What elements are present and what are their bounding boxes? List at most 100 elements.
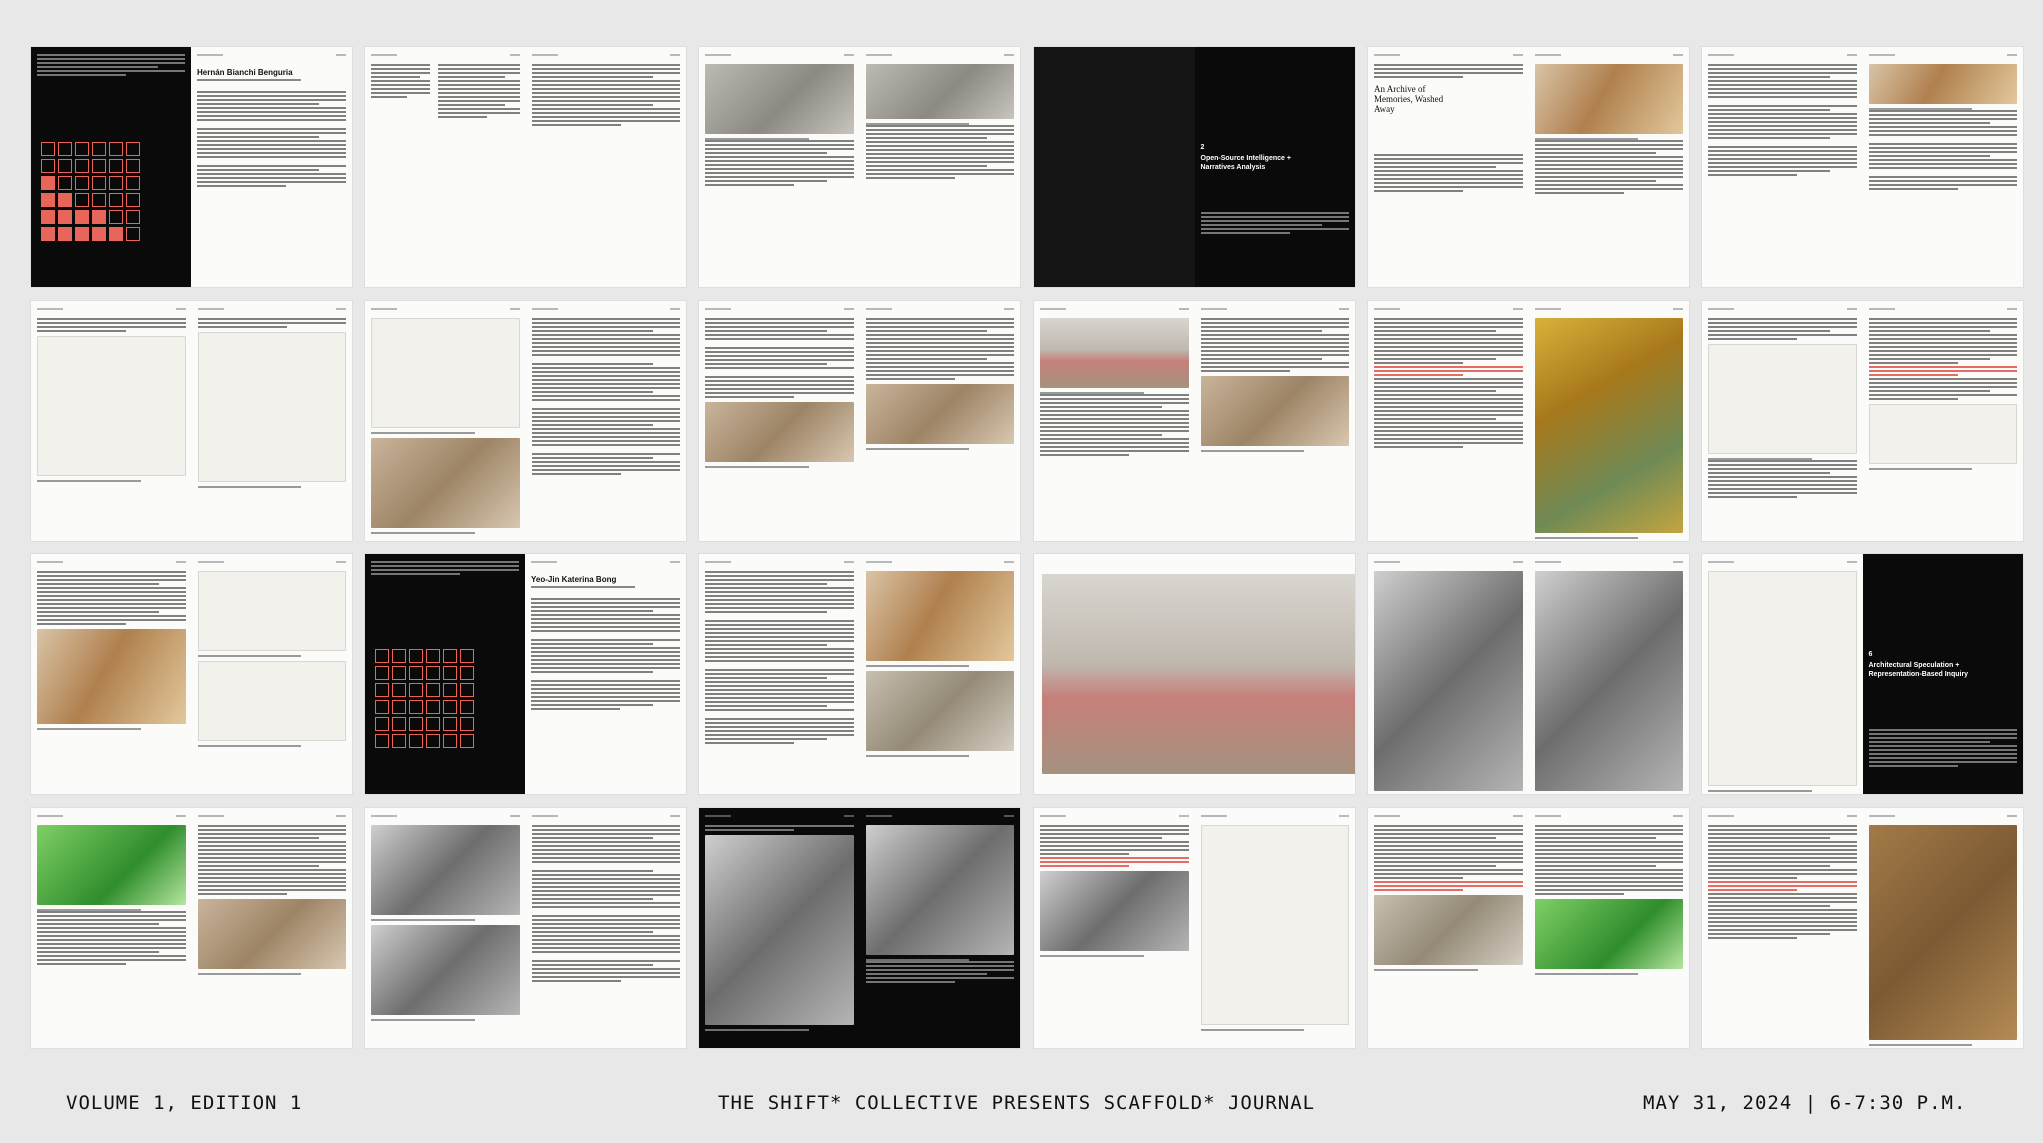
square (392, 649, 406, 663)
square (443, 666, 457, 680)
text-line (1708, 170, 1830, 172)
text-line (705, 648, 854, 650)
square (75, 142, 89, 156)
text-line (531, 618, 680, 620)
text-line (1868, 354, 2017, 356)
text-line (371, 561, 519, 563)
text-line (1374, 178, 1523, 180)
cover-title-1: Hernán Bianchi Benguria (197, 68, 293, 77)
text-line (1868, 126, 2017, 128)
text-line (1868, 176, 2017, 178)
pull-quote (1040, 857, 1189, 867)
text-line (1374, 338, 1523, 340)
text-line (37, 923, 159, 925)
archive-title-line: Away (1374, 104, 1395, 114)
figure-image (197, 571, 346, 651)
spread (1368, 301, 1689, 541)
text-line (197, 99, 346, 101)
square (126, 193, 140, 207)
page (365, 808, 526, 1048)
text-line (705, 632, 854, 634)
page (1702, 808, 1863, 1048)
text-line (531, 64, 680, 66)
text-line (531, 870, 654, 872)
chapter-intro (1200, 212, 1349, 234)
text-line (37, 74, 126, 76)
page (699, 301, 860, 541)
text-line (865, 165, 988, 167)
text-line (531, 379, 680, 381)
square (41, 227, 55, 241)
text-line (1200, 322, 1349, 324)
text-line (197, 144, 346, 146)
text-line (1708, 468, 1857, 470)
text-line (531, 436, 680, 438)
text-line (705, 611, 827, 613)
page (699, 47, 860, 287)
text-line (371, 76, 420, 78)
running-header (1374, 308, 1523, 312)
text-line (531, 704, 654, 706)
text-line (865, 973, 988, 975)
text-line (1534, 140, 1683, 142)
square (109, 193, 123, 207)
page (525, 808, 686, 1048)
running-header (865, 815, 1014, 819)
text-line (1868, 330, 1991, 332)
square (443, 700, 457, 714)
running-header (1534, 54, 1683, 58)
page-number (1846, 54, 1857, 56)
text-line (437, 100, 520, 102)
text-line (437, 116, 487, 118)
text-line (37, 330, 127, 332)
page (859, 554, 1020, 794)
running-header-text (371, 815, 397, 817)
text-line (531, 684, 680, 686)
spread: Yeo-Jin Katerina Bong (365, 554, 686, 794)
page-number (1004, 815, 1014, 817)
text-line (705, 685, 854, 687)
square (409, 717, 423, 731)
text-line (705, 579, 854, 581)
running-header-text (1374, 308, 1400, 310)
text-line (531, 112, 680, 114)
text-line (705, 384, 854, 386)
text-line (1040, 402, 1189, 404)
text-line (1534, 853, 1683, 855)
text-line (197, 869, 346, 871)
text-line (1374, 182, 1523, 184)
running-header-text (197, 815, 224, 817)
text-line (197, 111, 346, 113)
text-line (705, 620, 854, 622)
text-line (1534, 841, 1683, 843)
page (1702, 554, 1863, 794)
text-line (371, 96, 407, 98)
text-line (1374, 370, 1523, 372)
text-line (197, 877, 346, 879)
running-header-text (1374, 54, 1400, 56)
text-line (37, 935, 186, 937)
page-number (1004, 54, 1014, 56)
running-header-text (531, 308, 558, 310)
running-header (1708, 54, 1857, 58)
text-line (705, 718, 854, 720)
figure-image (1868, 404, 2017, 464)
running-header (865, 54, 1014, 58)
page (525, 301, 686, 541)
text-line (1708, 146, 1857, 148)
text-line (531, 951, 680, 953)
text-line (1374, 330, 1496, 332)
text-line (1868, 130, 2017, 132)
text-line (531, 639, 680, 641)
text-line (865, 129, 1014, 131)
text-line (531, 395, 680, 397)
text-line (531, 606, 680, 608)
text-line (1534, 833, 1683, 835)
figure-image (865, 64, 1014, 119)
text-line (705, 180, 827, 182)
text-line (705, 730, 854, 732)
text-line (1708, 833, 1857, 835)
page-number (2007, 815, 2017, 817)
text-line (1708, 64, 1857, 66)
text-line (531, 92, 680, 94)
